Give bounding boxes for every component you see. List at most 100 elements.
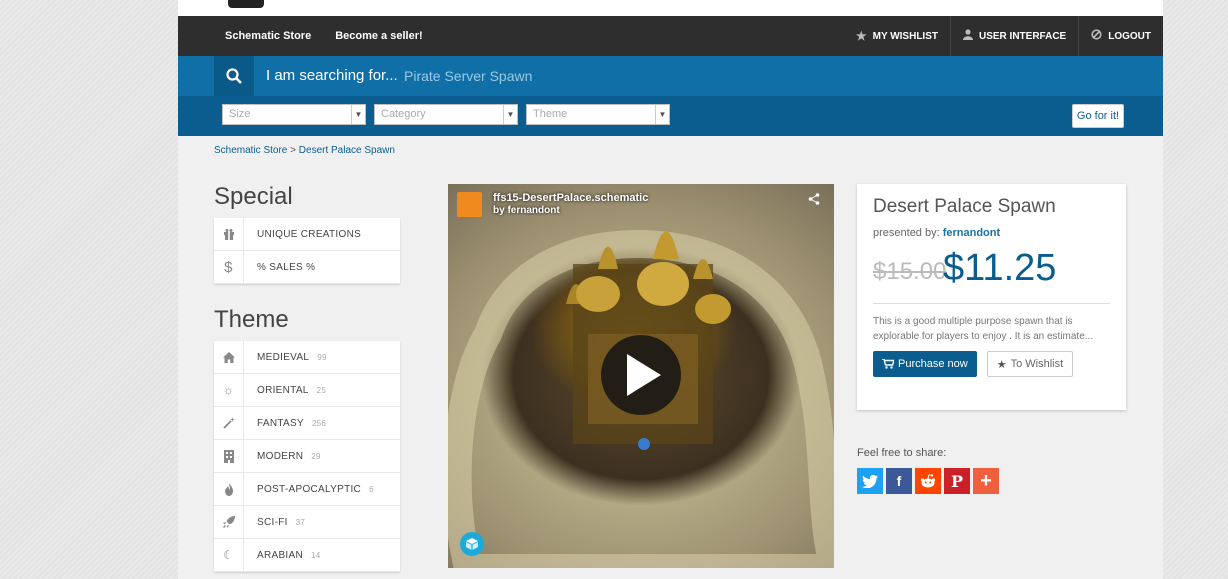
model-title[interactable]: ffs15-DesertPalace.schematic	[493, 192, 648, 204]
category-select-label: Category	[381, 108, 426, 120]
current-price: $11.25	[943, 247, 1057, 289]
special-item-label: % SALES %	[257, 261, 316, 273]
header-strip	[178, 0, 1163, 16]
theme-item-count: 256	[311, 418, 327, 428]
theme-item-count: 25	[316, 385, 327, 395]
theme-item-count: 99	[317, 352, 327, 362]
building-icon	[214, 439, 244, 473]
presented-by: presented by: fernandont	[873, 227, 1110, 239]
rocket-icon	[214, 505, 244, 539]
social-share-buttons: f P +	[857, 468, 999, 494]
special-item-unique-creations[interactable]: UNIQUE CREATIONS	[214, 217, 400, 251]
product-description: This is a good multiple purpose spawn th…	[873, 316, 1094, 342]
sun-icon: ☼	[214, 373, 244, 407]
search-input[interactable]: Pirate Server Spawn	[404, 68, 532, 84]
breadcrumb-current[interactable]: Desert Palace Spawn	[299, 145, 395, 156]
chevron-down-icon: ▼	[655, 105, 669, 124]
theme-item-label: MEDIEVAL	[257, 351, 310, 363]
theme-item-count: 37	[295, 517, 306, 527]
category-select[interactable]: Category ▼	[374, 104, 518, 125]
chevron-down-icon: ▼	[503, 105, 517, 124]
nav-my-wishlist[interactable]: ★ MY WISHLIST	[844, 16, 950, 56]
theme-item-oriental[interactable]: ☼ ORIENTAL 25	[214, 373, 400, 407]
nav-user-interface[interactable]: USER INTERFACE	[949, 16, 1078, 56]
twitter-share-button[interactable]	[857, 468, 883, 494]
theme-select[interactable]: Theme ▼	[526, 104, 670, 125]
theme-item-post-apocalyptic[interactable]: POST-APOCALYPTIC 6	[214, 472, 400, 506]
fire-icon	[214, 472, 244, 506]
dollar-icon: $	[214, 250, 244, 284]
power-icon	[1091, 29, 1102, 43]
model-viewer[interactable]: ffs15-DesertPalace.schematic by fernando…	[448, 184, 834, 568]
theme-heading: Theme	[214, 306, 289, 333]
gift-icon	[214, 217, 244, 251]
breadcrumb: Schematic Store > Desert Palace Spawn	[214, 145, 395, 156]
search-icon[interactable]	[214, 56, 254, 96]
theme-item-count: 29	[311, 451, 321, 461]
theme-item-medieval[interactable]: MEDIEVAL 99	[214, 340, 400, 374]
product-title: Desert Palace Spawn	[873, 196, 1056, 217]
author-avatar[interactable]	[457, 192, 482, 217]
page: Schematic Store Become a seller! ★ MY WI…	[178, 0, 1163, 579]
model-author[interactable]: by fernandont	[493, 205, 560, 216]
play-button[interactable]	[601, 335, 681, 415]
theme-item-label: ARABIAN	[257, 549, 304, 561]
nav-schematic-store[interactable]: Schematic Store	[225, 30, 311, 42]
theme-item-label: FANTASY	[257, 417, 304, 429]
price-block: $15.00 $11.25	[873, 241, 1110, 293]
pinterest-icon: P	[950, 471, 964, 491]
share-icon[interactable]	[808, 193, 820, 208]
author-link[interactable]: fernandont	[943, 227, 1000, 239]
nav-logout-label: LOGOUT	[1108, 30, 1151, 42]
theme-item-modern[interactable]: MODERN 29	[214, 439, 400, 473]
theme-item-arabian[interactable]: ☾ ARABIAN 14	[214, 538, 400, 572]
cart-icon	[882, 359, 894, 369]
go-button[interactable]: Go for it!	[1072, 104, 1124, 128]
breadcrumb-separator: >	[290, 145, 296, 156]
purchase-button[interactable]: Purchase now	[873, 351, 977, 377]
nav-logout[interactable]: LOGOUT	[1078, 16, 1163, 56]
purchase-button-label: Purchase now	[898, 358, 968, 370]
nav-become-seller[interactable]: Become a seller!	[335, 30, 422, 42]
facebook-share-button[interactable]: f	[886, 468, 912, 494]
chevron-down-icon: ▼	[351, 105, 365, 124]
pinterest-share-button[interactable]: P	[944, 468, 970, 494]
filter-bar: Size ▼ Category ▼ Theme ▼ Go for it!	[178, 96, 1163, 136]
theme-item-label: POST-APOCALYPTIC	[257, 483, 362, 495]
more-share-button[interactable]: +	[973, 468, 999, 494]
size-select[interactable]: Size ▼	[222, 104, 366, 125]
theme-item-count: 6	[369, 484, 374, 494]
theme-item-count: 14	[311, 550, 321, 560]
reddit-share-button[interactable]	[915, 468, 941, 494]
star-icon: ★	[855, 29, 867, 43]
play-icon	[627, 354, 661, 396]
divider	[873, 303, 1110, 304]
facebook-icon: f	[896, 473, 902, 489]
share-label: Feel free to share:	[857, 447, 947, 459]
theme-item-label: MODERN	[257, 450, 304, 462]
to-wishlist-label: To Wishlist	[1010, 358, 1064, 370]
reddit-icon	[920, 474, 936, 488]
main-nav: Schematic Store Become a seller! ★ MY WI…	[178, 16, 1163, 56]
home-icon	[214, 340, 244, 374]
star-icon: ★	[996, 358, 1007, 371]
theme-select-label: Theme	[533, 108, 568, 120]
search-prompt: I am searching for...	[266, 67, 398, 84]
size-select-label: Size	[229, 108, 251, 120]
theme-item-label: ORIENTAL	[257, 384, 309, 396]
old-price: $15.00	[873, 258, 947, 285]
theme-item-sci-fi[interactable]: SCI-FI 37	[214, 505, 400, 539]
to-wishlist-button[interactable]: ★ To Wishlist	[986, 351, 1074, 377]
sketchfab-logo-icon[interactable]	[460, 532, 484, 556]
product-card: Desert Palace Spawn presented by: fernan…	[857, 184, 1126, 410]
breadcrumb-root[interactable]: Schematic Store	[214, 145, 287, 156]
wand-icon	[214, 406, 244, 440]
twitter-icon	[862, 474, 878, 488]
theme-list: MEDIEVAL 99 ☼ ORIENTAL 25 FANTASY 256 MO…	[214, 340, 400, 572]
special-item-sales[interactable]: $ % SALES %	[214, 250, 400, 284]
presented-by-label: presented by:	[873, 227, 940, 239]
theme-item-label: SCI-FI	[257, 516, 288, 528]
special-heading: Special	[214, 183, 293, 210]
site-logo[interactable]	[228, 0, 264, 8]
theme-item-fantasy[interactable]: FANTASY 256	[214, 406, 400, 440]
